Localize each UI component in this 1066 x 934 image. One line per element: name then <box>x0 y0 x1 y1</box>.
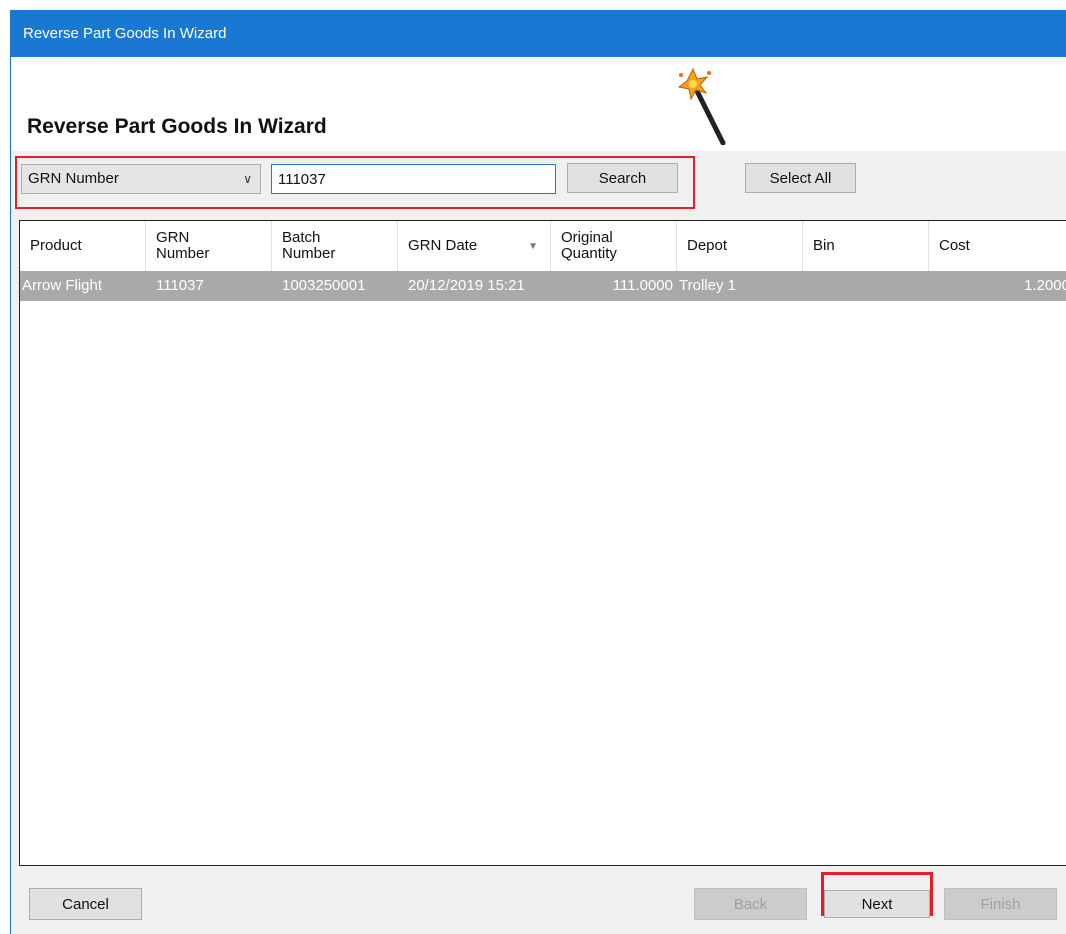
cell-original-quantity: 111.0000 <box>612 277 673 294</box>
back-button[interactable]: Back <box>694 888 807 920</box>
column-header-original-quantity[interactable]: Original Quantity <box>551 221 677 271</box>
cancel-button[interactable]: Cancel <box>29 888 142 920</box>
next-button[interactable]: Next <box>824 890 930 918</box>
cell-grn-number: 111037 <box>156 277 204 294</box>
search-field-select[interactable]: GRN Number ∨ <box>21 164 261 194</box>
select-all-button[interactable]: Select All <box>745 163 856 193</box>
column-header-batch-number[interactable]: Batch Number <box>272 221 398 271</box>
column-header-depot[interactable]: Depot <box>677 221 803 271</box>
cell-bin <box>813 271 929 301</box>
grid-header: Product GRN Number Batch Number GRN Date… <box>20 221 1066 271</box>
column-header-cost[interactable]: Cost <box>929 221 1066 271</box>
magic-wand-icon <box>677 67 726 145</box>
column-header-product[interactable]: Product <box>20 221 146 271</box>
cell-batch-number: 1003250001 <box>282 277 366 294</box>
cell-grn-date: 20/12/2019 15:21 <box>408 277 525 294</box>
cell-product: Arrow Flight <box>22 277 103 294</box>
results-grid[interactable]: Product GRN Number Batch Number GRN Date… <box>19 220 1066 866</box>
chevron-down-icon: ∨ <box>243 172 252 186</box>
column-header-grn-date[interactable]: GRN Date ▼ <box>398 221 551 271</box>
sort-descending-icon: ▼ <box>528 241 538 252</box>
column-header-grn-number[interactable]: GRN Number <box>146 221 272 271</box>
page-title: Reverse Part Goods In Wizard <box>27 115 327 138</box>
column-header-bin[interactable]: Bin <box>803 221 929 271</box>
search-toolbar: GRN Number ∨ Search Select All <box>11 151 1066 215</box>
finish-button[interactable]: Finish <box>944 888 1057 920</box>
window-title: Reverse Part Goods In Wizard <box>23 25 227 42</box>
search-field-value: GRN Number <box>28 170 119 187</box>
table-row[interactable]: Arrow Flight 111037 1003250001 20/12/201… <box>20 271 1066 301</box>
search-input[interactable] <box>271 164 556 194</box>
search-button[interactable]: Search <box>567 163 678 193</box>
cell-cost: 1.2000 <box>1024 277 1066 294</box>
window-title-bar: Reverse Part Goods In Wizard <box>11 10 1066 57</box>
wizard-window: Reverse Part Goods In Wizard Reverse Par… <box>10 10 1066 934</box>
cell-depot: Trolley 1 <box>679 277 736 294</box>
wizard-header: Reverse Part Goods In Wizard <box>11 57 1066 151</box>
